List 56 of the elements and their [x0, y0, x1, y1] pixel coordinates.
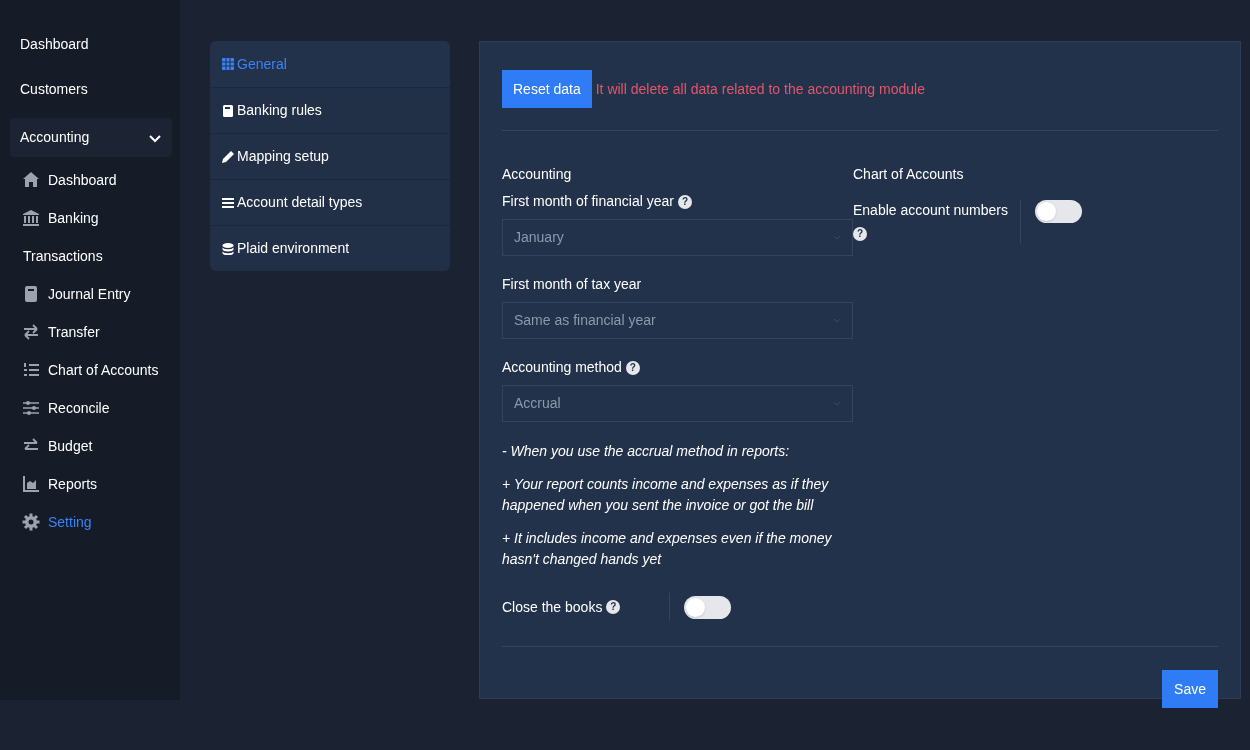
sidebar-item[interactable]: Transfer	[10, 313, 172, 351]
caret-icon	[833, 234, 841, 241]
book-icon	[22, 285, 40, 303]
save-button[interactable]: Save	[1162, 670, 1218, 708]
home-icon	[22, 171, 40, 189]
field-label: First month of tax year	[502, 275, 642, 294]
sidebar-item[interactable]: Chart of Accounts	[10, 351, 172, 389]
bank-icon	[22, 209, 40, 227]
database-icon	[222, 242, 234, 255]
settings-tab[interactable]: Plaid environment	[210, 225, 450, 271]
sidebar-item[interactable]: Budget	[10, 427, 172, 465]
select-field[interactable]: Same as financial year	[502, 302, 853, 339]
sidebar-item[interactable]: Dashboard	[10, 161, 172, 199]
help-icon[interactable]: ?	[606, 600, 621, 614]
sidebar-item[interactable]: Setting	[10, 503, 172, 541]
book-icon	[222, 104, 234, 117]
section-heading: Accounting	[502, 165, 573, 184]
select-field[interactable]: January	[502, 219, 853, 256]
list-icon	[222, 196, 234, 209]
help-icon[interactable]: ?	[853, 227, 867, 241]
field-label: First month of financial year	[502, 192, 674, 211]
sidebar-item[interactable]: Reconcile	[10, 389, 172, 427]
field-label: Enable account numbers	[853, 201, 1008, 220]
caret-icon	[833, 400, 841, 407]
settings-tab[interactable]: General	[210, 41, 450, 87]
numbered-list-icon	[22, 361, 40, 379]
field-label: Close the books	[502, 597, 603, 617]
note-text: + Your report counts income and expenses as if they happened when you sent the invoice or got the bill	[502, 475, 830, 515]
area-chart-icon	[22, 475, 40, 493]
grid-icon	[222, 58, 234, 70]
note-text: - When you use the accrual method in reports:	[502, 442, 791, 461]
settings-tab[interactable]: Mapping setup	[210, 133, 450, 179]
pencil-icon	[222, 150, 234, 163]
sliders-icon	[22, 399, 40, 417]
sidebar-item[interactable]: Dashboard	[10, 22, 172, 67]
sidebar-item[interactable]: Reports	[10, 465, 172, 503]
gear-icon	[22, 513, 40, 531]
warning-text: It will delete all data related to the accounting module	[595, 79, 925, 99]
toggle-switch[interactable]	[1035, 200, 1082, 223]
sidebar-item[interactable]: Journal Entry	[10, 275, 172, 313]
field-label: Accounting method	[502, 358, 622, 377]
reset-data-button[interactable]: Reset data	[502, 70, 592, 108]
toggle-switch[interactable]	[684, 595, 731, 619]
swap-arrows-icon	[22, 323, 40, 341]
select-field[interactable]: Accrual	[502, 385, 853, 422]
help-icon[interactable]: ?	[625, 360, 640, 375]
help-icon[interactable]: ?	[677, 194, 692, 209]
section-heading: Chart of Accounts	[853, 165, 965, 184]
note-text: + It includes income and expenses even if the money hasn't changed hands yet	[502, 529, 833, 569]
settings-tab[interactable]: Banking rules	[210, 87, 450, 133]
sidebar-item[interactable]: Transactions	[10, 237, 172, 275]
sidebar-item[interactable]: Banking	[10, 199, 172, 237]
sidebar-item[interactable]: Accounting	[10, 118, 172, 157]
settings-tab[interactable]: Account detail types	[210, 179, 450, 225]
sidebar-item[interactable]: Customers	[10, 67, 172, 112]
caret-icon	[833, 317, 841, 324]
